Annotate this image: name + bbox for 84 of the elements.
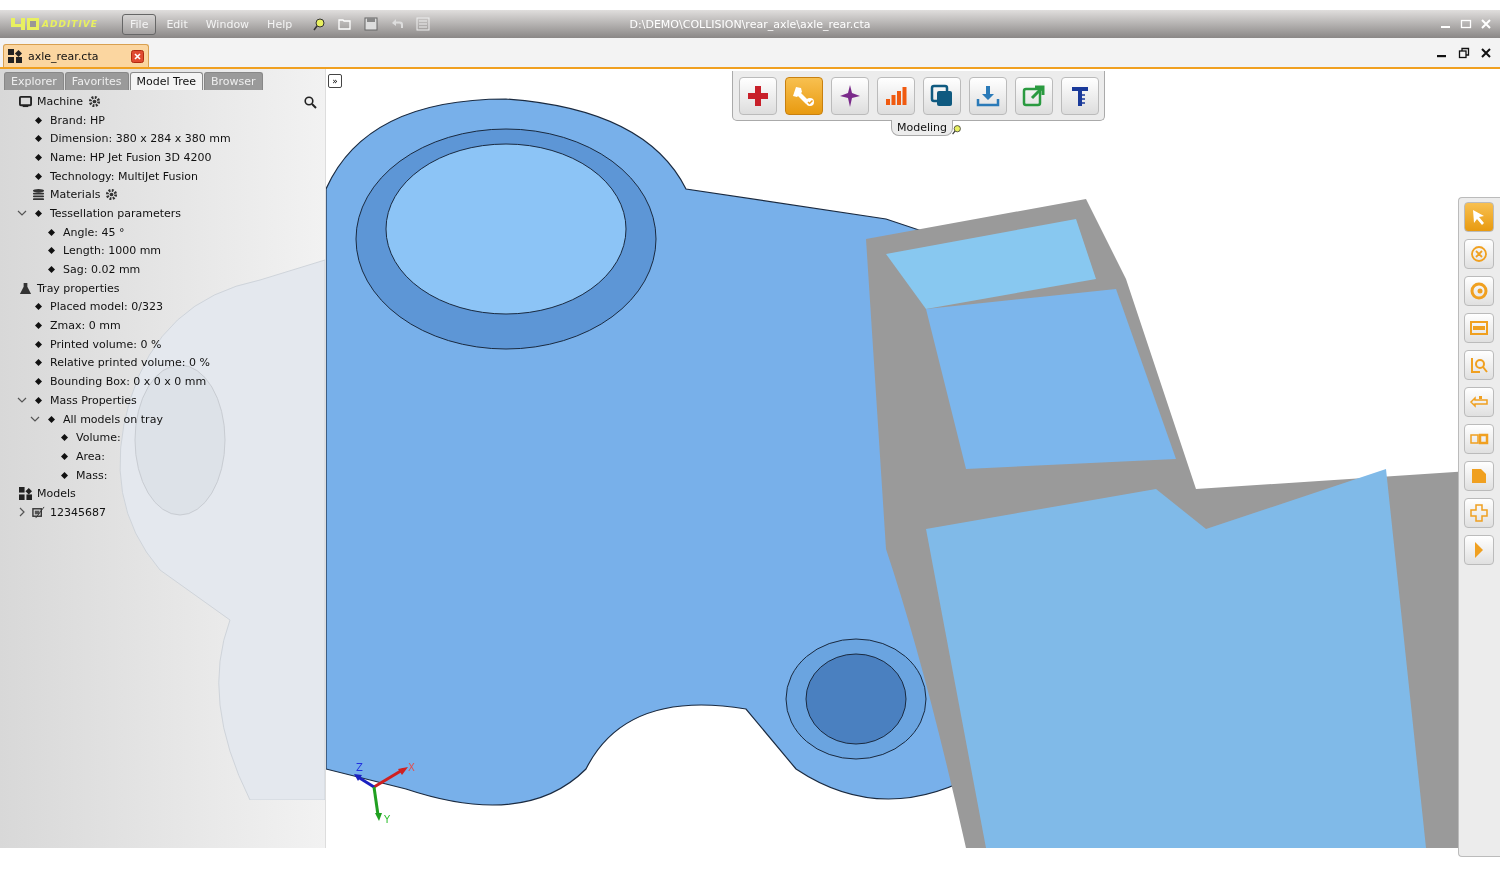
diamond-bullet-icon (48, 415, 55, 423)
tree-item-label[interactable]: Mass: (76, 468, 108, 482)
rounded-corner-icon (1469, 466, 1489, 486)
tree-item-label[interactable]: Sag: 0.02 mm (63, 263, 141, 277)
compass-star-icon (838, 84, 862, 108)
export-icon (1022, 84, 1046, 108)
plus-icon (746, 84, 770, 108)
diamond-bullet-icon (61, 434, 68, 442)
tree-item-label[interactable]: Bounding Box: 0 x 0 x 0 mm (50, 375, 207, 389)
download-icon (976, 84, 1000, 108)
tree-item-label[interactable]: Length: 1000 mm (63, 244, 162, 258)
cross-grid-icon (1469, 503, 1489, 523)
tree-item-label[interactable]: Materials (50, 188, 101, 202)
circle-x-icon (1469, 244, 1489, 264)
toolbar-button[interactable] (969, 77, 1007, 115)
collapse-panel-button[interactable]: » (328, 74, 342, 88)
tree-item-label[interactable]: Printed volume: 0 % (50, 337, 162, 351)
tree-item-label[interactable]: Zmax: 0 mm (50, 319, 121, 333)
diamond-bullet-icon (35, 340, 42, 348)
tree-item-label[interactable]: 12345687 (50, 505, 106, 519)
diamond-bullet-icon (35, 153, 42, 161)
toolbar-button[interactable] (923, 77, 961, 115)
gear-icon[interactable] (88, 94, 102, 108)
tree-item-label[interactable]: Volume: (76, 431, 121, 445)
copy-icon (930, 84, 954, 108)
tree-item-label[interactable]: Relative printed volume: 0 % (50, 356, 210, 370)
undo-icon[interactable] (390, 17, 405, 31)
tree-item-label[interactable]: Area: (76, 449, 106, 463)
tree-item-label[interactable]: Models (37, 487, 76, 501)
tree-item-label[interactable]: Technology: MultiJet Fusion (50, 169, 198, 183)
restore-icon[interactable] (1458, 46, 1470, 59)
diamond-bullet-icon (35, 322, 42, 330)
diamond-bullet-icon (48, 266, 55, 274)
diamond-bullet-icon (48, 247, 55, 255)
grid-icon (19, 487, 32, 501)
monitor-icon (19, 94, 32, 108)
diamond-bullet-icon (35, 209, 42, 217)
document-tab[interactable]: axle_rear.cta (3, 44, 149, 67)
ribbon-label[interactable]: Modeling (891, 120, 954, 136)
bar-graph-icon (884, 84, 908, 108)
panel-tab[interactable]: Model Tree (129, 72, 203, 90)
ring-icon (1469, 281, 1489, 301)
half-shape-icon (1475, 542, 1483, 558)
part-icon (32, 505, 45, 519)
save-icon[interactable] (364, 17, 379, 31)
tree-item-label[interactable]: Brand: HP (50, 113, 105, 127)
diamond-bullet-icon (35, 359, 42, 367)
database-icon (32, 188, 45, 202)
tree-item-label[interactable]: Dimension: 380 x 284 x 380 mm (50, 132, 231, 146)
tree-item-label[interactable]: Angle: 45 ° (63, 225, 125, 239)
search-icon[interactable] (304, 96, 317, 109)
maximize-icon[interactable] (1460, 18, 1472, 30)
app-logo: ADDITIVE (10, 16, 102, 32)
diamond-bullet-icon (35, 172, 42, 180)
diamond-bullet-icon (61, 452, 68, 460)
tree-item-label[interactable]: Machine (37, 94, 84, 108)
flask-icon (19, 281, 32, 295)
diamond-bullet-icon (35, 396, 42, 404)
gear-icon[interactable] (105, 188, 119, 202)
tree-item-label[interactable]: Placed model: 0/323 (50, 300, 163, 314)
diamond-bullet-icon (61, 471, 68, 479)
tree-item-label[interactable]: Tray properties (37, 281, 120, 295)
toolbar-button[interactable] (831, 77, 869, 115)
diamond-bullet-icon (35, 116, 42, 124)
diamond-bullet-icon (48, 228, 55, 236)
close-icon[interactable] (131, 49, 144, 63)
frame-icon (1469, 318, 1489, 338)
tree-item-label[interactable]: Mass Properties (50, 393, 137, 407)
window-title: D:\DEMO\COLLISION\rear_axle\axle_rear.cta (629, 17, 871, 31)
toolbar-button[interactable] (739, 77, 777, 115)
diamond-bullet-icon (35, 378, 42, 386)
tree-item-label[interactable]: Name: HP Jet Fusion 3D 4200 (50, 150, 212, 164)
toolbar-button[interactable] (1061, 77, 1099, 115)
tree-item-label[interactable]: All models on tray (63, 412, 163, 426)
grid-icon (8, 49, 22, 63)
folder-icon[interactable] (338, 17, 353, 31)
magnifier-icon (1469, 355, 1489, 375)
diamond-bullet-icon (35, 135, 42, 143)
chevron-right-icon[interactable] (17, 507, 27, 518)
tree-item-label[interactable]: Tessellation parameters (50, 206, 182, 220)
wrench-icon (792, 84, 816, 108)
diamond-bullet-icon (35, 303, 42, 311)
close-icon[interactable] (1480, 46, 1492, 59)
axis-triad-drawing: X Y Z (340, 759, 420, 839)
